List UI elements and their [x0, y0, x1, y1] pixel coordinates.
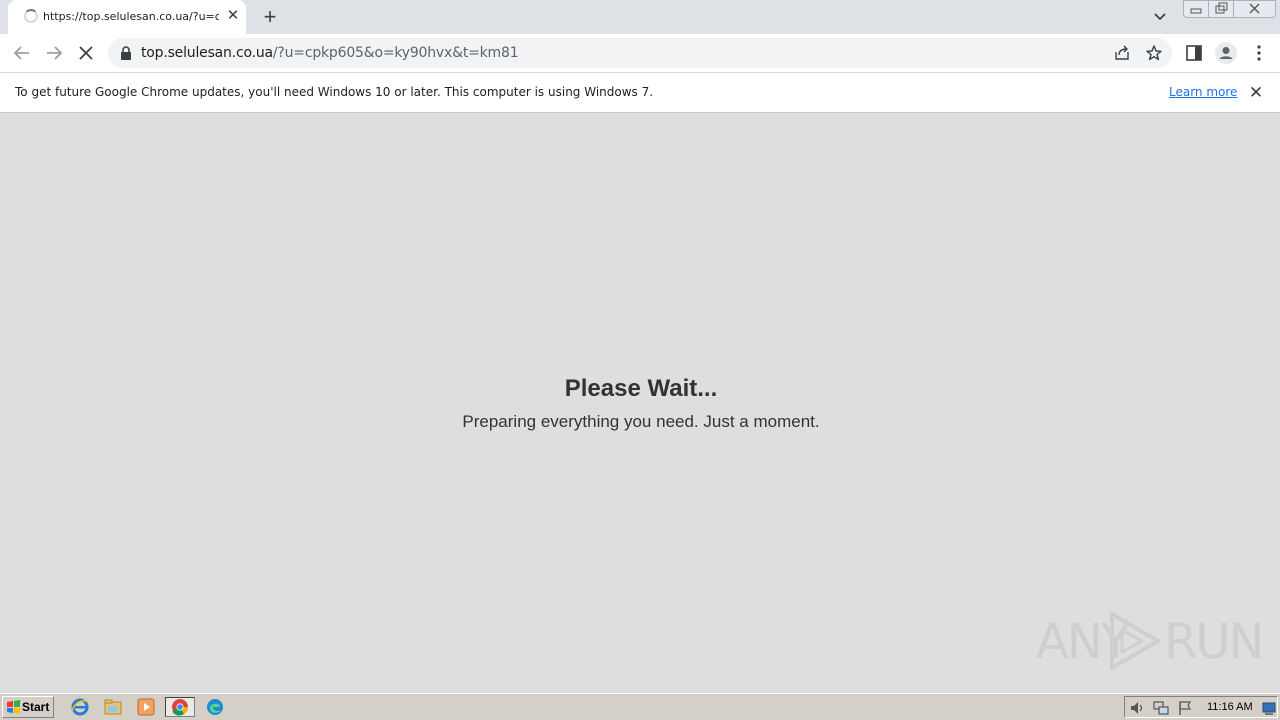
window-minimize-button[interactable] [1183, 0, 1209, 18]
taskbar-clock[interactable]: 11:16 AM [1207, 701, 1253, 713]
url-host: top.selulesan.co.ua [141, 45, 273, 61]
windows-logo-icon [7, 700, 20, 714]
start-button[interactable]: Start [2, 696, 54, 718]
edge-icon[interactable] [204, 697, 226, 717]
back-arrow-icon[interactable] [10, 41, 34, 65]
lock-icon[interactable] [120, 46, 132, 60]
anyrun-watermark: ANY RUN [1036, 608, 1264, 674]
windows-taskbar: Start 11:16 AM [0, 693, 1280, 720]
new-tab-button[interactable]: + [258, 5, 282, 29]
browser-tab[interactable]: https://top.selulesan.co.ua/?u=cpkp605&o… [8, 0, 246, 34]
infobar-close-icon[interactable]: ✕ [1246, 83, 1266, 103]
forward-arrow-icon[interactable] [42, 41, 66, 65]
watermark-text-right: RUN [1164, 614, 1264, 670]
file-explorer-icon[interactable] [102, 697, 124, 717]
side-panel-icon[interactable] [1184, 43, 1204, 63]
network-icon[interactable] [1153, 700, 1169, 716]
tab-title: https://top.selulesan.co.ua/?u=cpkp605&o… [43, 10, 219, 23]
window-close-button[interactable] [1233, 0, 1276, 18]
window-restore-button[interactable] [1208, 0, 1234, 18]
internet-explorer-icon[interactable] [69, 697, 91, 717]
chrome-taskbar-button[interactable] [165, 697, 195, 717]
profile-avatar-icon[interactable] [1215, 42, 1237, 64]
chrome-icon [172, 699, 189, 716]
media-player-icon[interactable] [135, 697, 157, 717]
page-content: Please Wait... Preparing everything you … [0, 113, 1280, 693]
tab-close-icon[interactable]: ✕ [224, 7, 242, 25]
star-bookmark-icon[interactable] [1145, 44, 1163, 62]
show-desktop-icon[interactable] [1262, 700, 1276, 716]
update-infobar: To get future Google Chrome updates, you… [0, 72, 1280, 113]
browser-toolbar: top.selulesan.co.ua/?u=cpkp605&o=ky90hvx… [0, 34, 1280, 72]
share-icon[interactable] [1113, 44, 1131, 62]
start-label: Start [22, 700, 50, 714]
page-subtitle: Preparing everything you need. Just a mo… [462, 412, 820, 431]
system-tray: 11:16 AM [1124, 696, 1278, 718]
action-center-flag-icon[interactable] [1177, 700, 1193, 716]
learn-more-link[interactable]: Learn more [1169, 85, 1237, 99]
stop-loading-icon[interactable] [74, 41, 98, 65]
tab-strip: https://top.selulesan.co.ua/?u=cpkp605&o… [0, 0, 1280, 34]
screen: https://top.selulesan.co.ua/?u=cpkp605&o… [0, 0, 1280, 720]
infobar-message: To get future Google Chrome updates, you… [15, 85, 654, 99]
url-text[interactable]: top.selulesan.co.ua/?u=cpkp605&o=ky90hvx… [141, 45, 519, 61]
more-menu-icon[interactable] [1249, 43, 1269, 63]
url-path: /?u=cpkp605&o=ky90hvx&t=km81 [272, 45, 519, 61]
tab-search-chevron-icon[interactable] [1150, 8, 1170, 26]
loading-spinner-icon [24, 9, 38, 23]
address-bar[interactable]: top.selulesan.co.ua/?u=cpkp605&o=ky90hvx… [108, 38, 1172, 68]
play-logo-icon [1110, 612, 1160, 670]
volume-icon[interactable] [1129, 700, 1145, 716]
page-title: Please Wait... [564, 375, 718, 402]
